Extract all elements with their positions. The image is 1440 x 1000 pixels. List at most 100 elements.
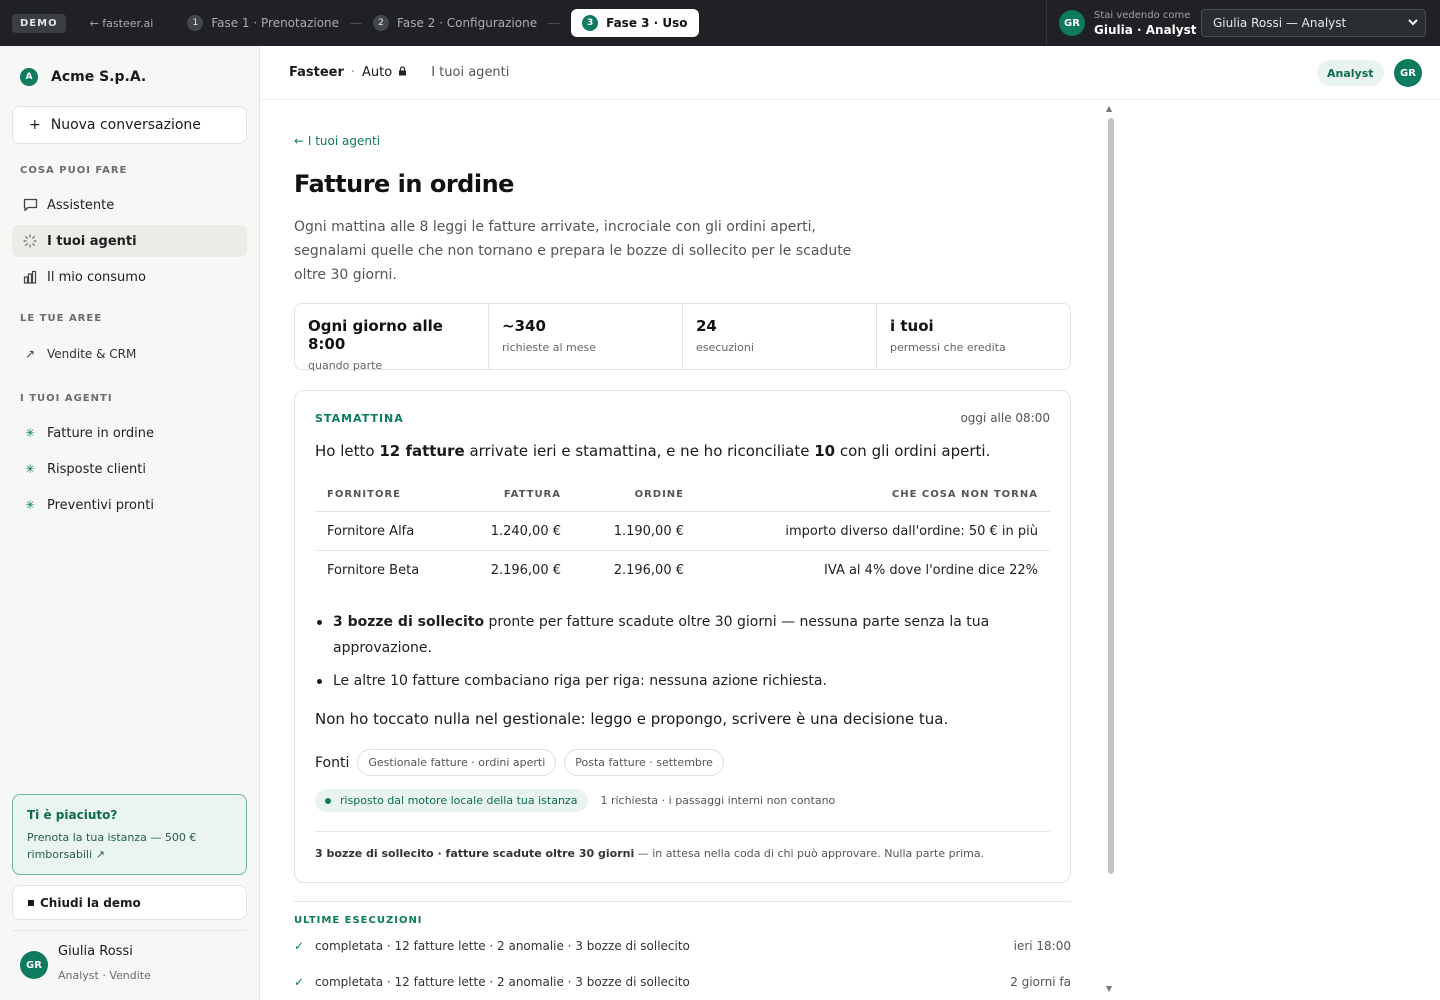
new-conversation-button[interactable]: + Nuova conversazione [12, 106, 247, 144]
avatar[interactable]: GR [1394, 59, 1422, 87]
list-item[interactable]: ✓ completata · 12 fatture lette · 2 anom… [294, 939, 1071, 953]
summary-text: Ho letto [315, 442, 380, 460]
check-icon: ✓ [294, 939, 305, 953]
stat-value: i tuoi [890, 317, 934, 335]
asterisk-icon: ✳ [24, 426, 36, 440]
sidebar-user[interactable]: GR Giulia Rossi Analyst · Vendite [12, 930, 247, 1000]
column-header: CHE COSA NON TORNA [696, 477, 1050, 512]
agent-description: Ogni mattina alle 8 leggi le fatture arr… [294, 219, 852, 283]
engine-badge: risposto dal motore locale della tua ist… [315, 789, 589, 812]
breadcrumb: Fasteer · Auto I tuoi agenti [289, 65, 509, 80]
back-to-site-link[interactable]: ← fasteer.ai [90, 17, 154, 30]
check-icon: ✓ [294, 975, 305, 989]
step-label: Fase 1 · Prenotazione [211, 16, 340, 30]
runs-title: ULTIME ESECUZIONI [294, 915, 423, 926]
promo-card[interactable]: Ti è piaciuto? Prenota la tua istanza — … [12, 794, 247, 875]
user-name: Giulia Rossi [58, 944, 133, 959]
summary-bold: 10 [814, 442, 836, 460]
bullet-bold: 3 bozze di sollecito [333, 614, 485, 630]
sidebar-item-assistente[interactable]: Assistente [12, 189, 247, 221]
viewing-label: Stai vedendo come [1094, 10, 1191, 21]
new-conversation-label: Nuova conversazione [50, 117, 201, 133]
sidebar: A Acme S.p.A. + Nuova conversazione COSA… [0, 46, 260, 1000]
demo-badge: DEMO [12, 13, 66, 33]
section-title-areas: LE TUE AREE [20, 313, 103, 324]
status-dot-icon [325, 797, 331, 804]
sidebar-item-consumo[interactable]: Il mio consumo [12, 261, 247, 293]
org-header: A Acme S.p.A. [20, 68, 146, 86]
stat-label: permessi che eredita [890, 341, 1006, 354]
stat-value: Ogni giorno alle 8:00 [308, 317, 443, 353]
sidebar-item-label: I tuoi agenti [47, 233, 137, 249]
agents-icon [22, 233, 38, 249]
footer-text: — in attesa nella coda di chi può approv… [634, 847, 985, 860]
scrollbar-thumb[interactable] [1108, 118, 1114, 874]
report-footer: 3 bozze di sollecito · fatture scadute o… [315, 847, 984, 860]
stat-value: 24 [696, 317, 717, 335]
stop-icon [28, 899, 34, 906]
agent-detail: ← I tuoi agenti Fatture in ordine Ogni m… [260, 100, 1120, 1000]
engine-note: 1 richiesta · i passaggi interni non con… [600, 794, 836, 807]
table-row: Fornitore Alfa 1.240,00 € 1.190,00 € imp… [315, 511, 1050, 551]
sidebar-item-vendite-crm[interactable]: ↗ Vendite & CRM [12, 338, 247, 370]
breadcrumb-separator: · [350, 65, 356, 80]
table-row: Fornitore Beta 2.196,00 € 2.196,00 € IVA… [315, 551, 1050, 590]
divider [294, 901, 1071, 902]
viewing-avatar: GR [1059, 10, 1085, 36]
step-phase-2[interactable]: 2 Fase 2 · Configurazione [373, 15, 537, 31]
engine-info: risposto dal motore locale della tua ist… [315, 789, 835, 812]
chat-icon [22, 197, 38, 213]
cell-issue: IVA al 4% dove l'ordine dice 22% [824, 562, 1038, 578]
summary-text: arrivate ieri e stamattina, e ne ho rico… [464, 442, 815, 460]
user-role: Analyst · Vendite [58, 969, 151, 982]
sidebar-item-label: Il mio consumo [47, 269, 146, 285]
footer-bold: 3 bozze di sollecito · fatture scadute o… [315, 847, 635, 860]
cell-order: 2.196,00 € [613, 562, 684, 578]
scroll-up-icon[interactable]: ▲ [1106, 104, 1112, 113]
viewing-as: GR Stai vedendo come Giulia · Analyst [1046, 0, 1197, 46]
breadcrumb-page[interactable]: I tuoi agenti [431, 65, 509, 80]
section-title-can-do: COSA PUOI FARE [20, 165, 128, 176]
run-text: completata · 12 fatture lette · 2 anomal… [315, 939, 690, 953]
sidebar-item-label: Fatture in ordine [47, 425, 155, 441]
stat-label: richieste al mese [502, 341, 597, 354]
cell-invoice: 2.196,00 € [490, 562, 561, 578]
sidebar-agent-fatture[interactable]: ✳ Fatture in ordine [12, 417, 247, 449]
source-chip[interactable]: Posta fatture · settembre [564, 749, 724, 776]
sidebar-item-agenti[interactable]: I tuoi agenti [12, 225, 247, 257]
chevron-down-icon [1407, 16, 1419, 31]
step-phase-1[interactable]: 1 Fase 1 · Prenotazione [187, 15, 339, 31]
step-number: 2 [373, 15, 390, 31]
main-header: Fasteer · Auto I tuoi agenti Analyst GR [260, 46, 1440, 100]
cell-invoice: 1.240,00 € [455, 511, 573, 551]
cell-issue: importo diverso dall'ordine: 50 € in più [696, 511, 1050, 551]
sidebar-agent-preventivi[interactable]: ✳ Preventivi pronti [12, 489, 247, 521]
sidebar-agent-risposte[interactable]: ✳ Risposte clienti [12, 453, 247, 485]
cell-supplier: Fornitore Beta [327, 562, 420, 578]
sidebar-item-label: Vendite & CRM [47, 347, 137, 361]
list-item[interactable]: ✓ completata · 12 fatture lette · 2 anom… [294, 975, 1071, 989]
step-separator: — [548, 16, 561, 30]
lock-icon [398, 66, 407, 79]
table-header-row: FORNITORE FATTURA ORDINE CHE COSA NON TO… [315, 477, 1050, 512]
agent-stats: Ogni giorno alle 8:00 quando parte ~340 … [294, 303, 1071, 372]
back-to-agents-link[interactable]: ← I tuoi agenti [294, 134, 380, 148]
step-phase-3[interactable]: 3 Fase 3 · Uso [571, 9, 699, 37]
stat-value: ~340 [502, 317, 546, 335]
step-separator: — [350, 16, 363, 30]
run-date: ieri 18:00 [1013, 939, 1071, 953]
report-summary: Ho letto 12 fatture arrivate ieri e stam… [315, 442, 990, 460]
sidebar-item-label: Risposte clienti [47, 461, 146, 477]
sidebar-item-label: Preventivi pronti [47, 497, 154, 513]
close-demo-button[interactable]: Chiudi la demo [12, 885, 247, 920]
promo-description: Prenota la tua istanza — 500 € rimborsab… [27, 831, 197, 861]
source-chip[interactable]: Gestionale fatture · ordini aperti [357, 749, 557, 776]
stat-label: quando parte [308, 359, 383, 372]
run-date: 2 giorni fa [1010, 975, 1071, 989]
scrollbar[interactable]: ▲ ▼ [1104, 104, 1116, 996]
run-text: completata · 12 fatture lette · 2 anomal… [315, 975, 690, 989]
sources-label: Fonti [315, 754, 350, 771]
scroll-down-icon[interactable]: ▼ [1106, 984, 1112, 993]
user-role-select[interactable]: Giulia Rossi — Analyst [1201, 9, 1426, 37]
list-item: Le altre 10 fatture combaciano riga per … [315, 668, 1015, 694]
